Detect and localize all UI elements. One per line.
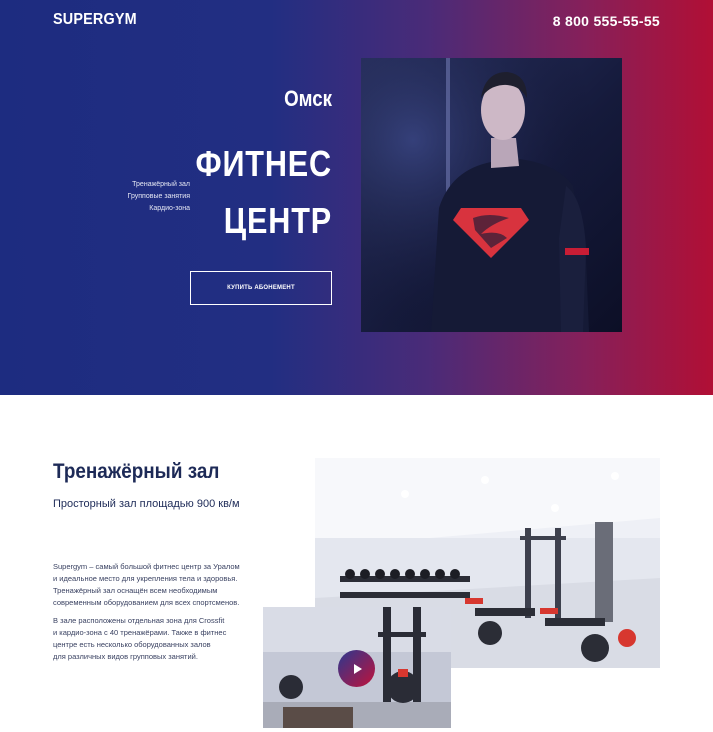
description-line: и кардио-зона с 40 тренажёрами. Также в … xyxy=(53,628,227,637)
service-item: Тренажёрный зал xyxy=(132,181,190,188)
logo[interactable]: SUPERGYM xyxy=(53,11,137,29)
service-item: Кардио-зона xyxy=(149,205,190,212)
description-line: центре есть несколько оборудованных зало… xyxy=(53,640,211,649)
description-line: современным оборудованием для всех спорт… xyxy=(53,598,240,607)
trainer-illustration xyxy=(361,58,622,332)
play-video-button[interactable] xyxy=(338,650,375,687)
phone-number[interactable]: 8 800 555-55-55 xyxy=(553,13,660,29)
description-line: В зале расположены отдельная зона для Cr… xyxy=(53,616,225,625)
gym-section-subheading: Просторный зал площадью 900 кв/м xyxy=(53,498,240,510)
play-icon xyxy=(353,663,362,674)
hero-section: SUPERGYM 8 800 555-55-55 Омск ФИТНЕС ЦЕН… xyxy=(0,0,713,395)
hero-title-line-1: ФИТНЕС xyxy=(195,143,332,184)
description-line: Supergym – самый большой фитнес центр за… xyxy=(53,562,240,571)
description-line: и идеальное место для укрепления тела и … xyxy=(53,574,238,583)
buy-membership-button[interactable]: КУПИТЬ АБОНЕМЕНТ xyxy=(190,271,332,305)
hero-title-line-2: ЦЕНТР xyxy=(223,200,332,241)
city-label: Омск xyxy=(284,86,332,111)
hero-trainer-photo xyxy=(361,58,622,332)
description-line: для различных видов групповых занятий. xyxy=(53,652,198,661)
services-list: Тренажёрный зал Групповые занятия Кардио… xyxy=(100,179,190,215)
description-line: Тренажёрный зал оснащён всем необходимым xyxy=(53,586,218,595)
service-item: Групповые занятия xyxy=(127,193,190,200)
gym-section-heading: Тренажёрный зал xyxy=(53,460,220,483)
gym-description: Supergym – самый большой фитнес центр за… xyxy=(53,561,263,663)
